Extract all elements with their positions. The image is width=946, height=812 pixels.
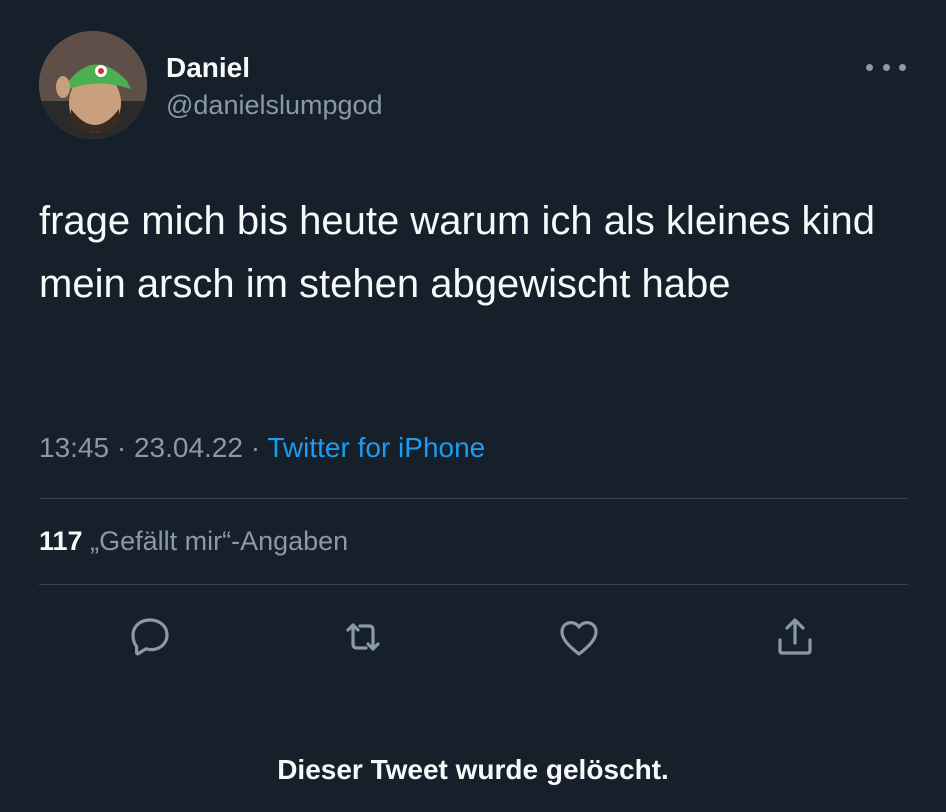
tweet-meta: 13:45 · 23.04.22 · Twitter for iPhone	[39, 432, 485, 464]
deleted-notice: Dieser Tweet wurde gelöscht.	[277, 754, 669, 785]
more-options-icon[interactable]	[866, 54, 906, 80]
heart-icon	[560, 621, 598, 656]
reply-button[interactable]	[123, 610, 177, 664]
divider	[39, 498, 908, 499]
likes-stat[interactable]: 117 „Gefällt mir“-Angaben	[39, 526, 348, 557]
meta-separator: ·	[116, 432, 127, 463]
dot	[866, 63, 873, 71]
likes-label: „Gefällt mir“-Angaben	[90, 526, 349, 556]
tweet-text: frage mich bis heute warum ich als klein…	[39, 199, 875, 306]
display-name[interactable]: Daniel	[166, 52, 250, 84]
dot	[882, 63, 890, 71]
likes-count: 117	[39, 526, 83, 556]
share-icon	[778, 618, 812, 655]
tweet-time[interactable]: 13:45	[39, 432, 109, 463]
share-button[interactable]	[768, 610, 822, 664]
tweet-source-link[interactable]: Twitter for iPhone	[267, 432, 485, 463]
retweet-icon	[346, 623, 380, 651]
avatar[interactable]	[39, 31, 147, 139]
user-handle[interactable]: @danielslumpgod	[166, 90, 383, 121]
reply-icon	[131, 618, 169, 656]
avatar-image	[39, 31, 147, 139]
meta-separator: ·	[250, 432, 261, 463]
dot	[899, 63, 906, 71]
like-button[interactable]	[552, 610, 606, 664]
tweet-date[interactable]: 23.04.22	[134, 432, 243, 463]
divider	[39, 584, 908, 585]
retweet-button[interactable]	[336, 610, 390, 664]
